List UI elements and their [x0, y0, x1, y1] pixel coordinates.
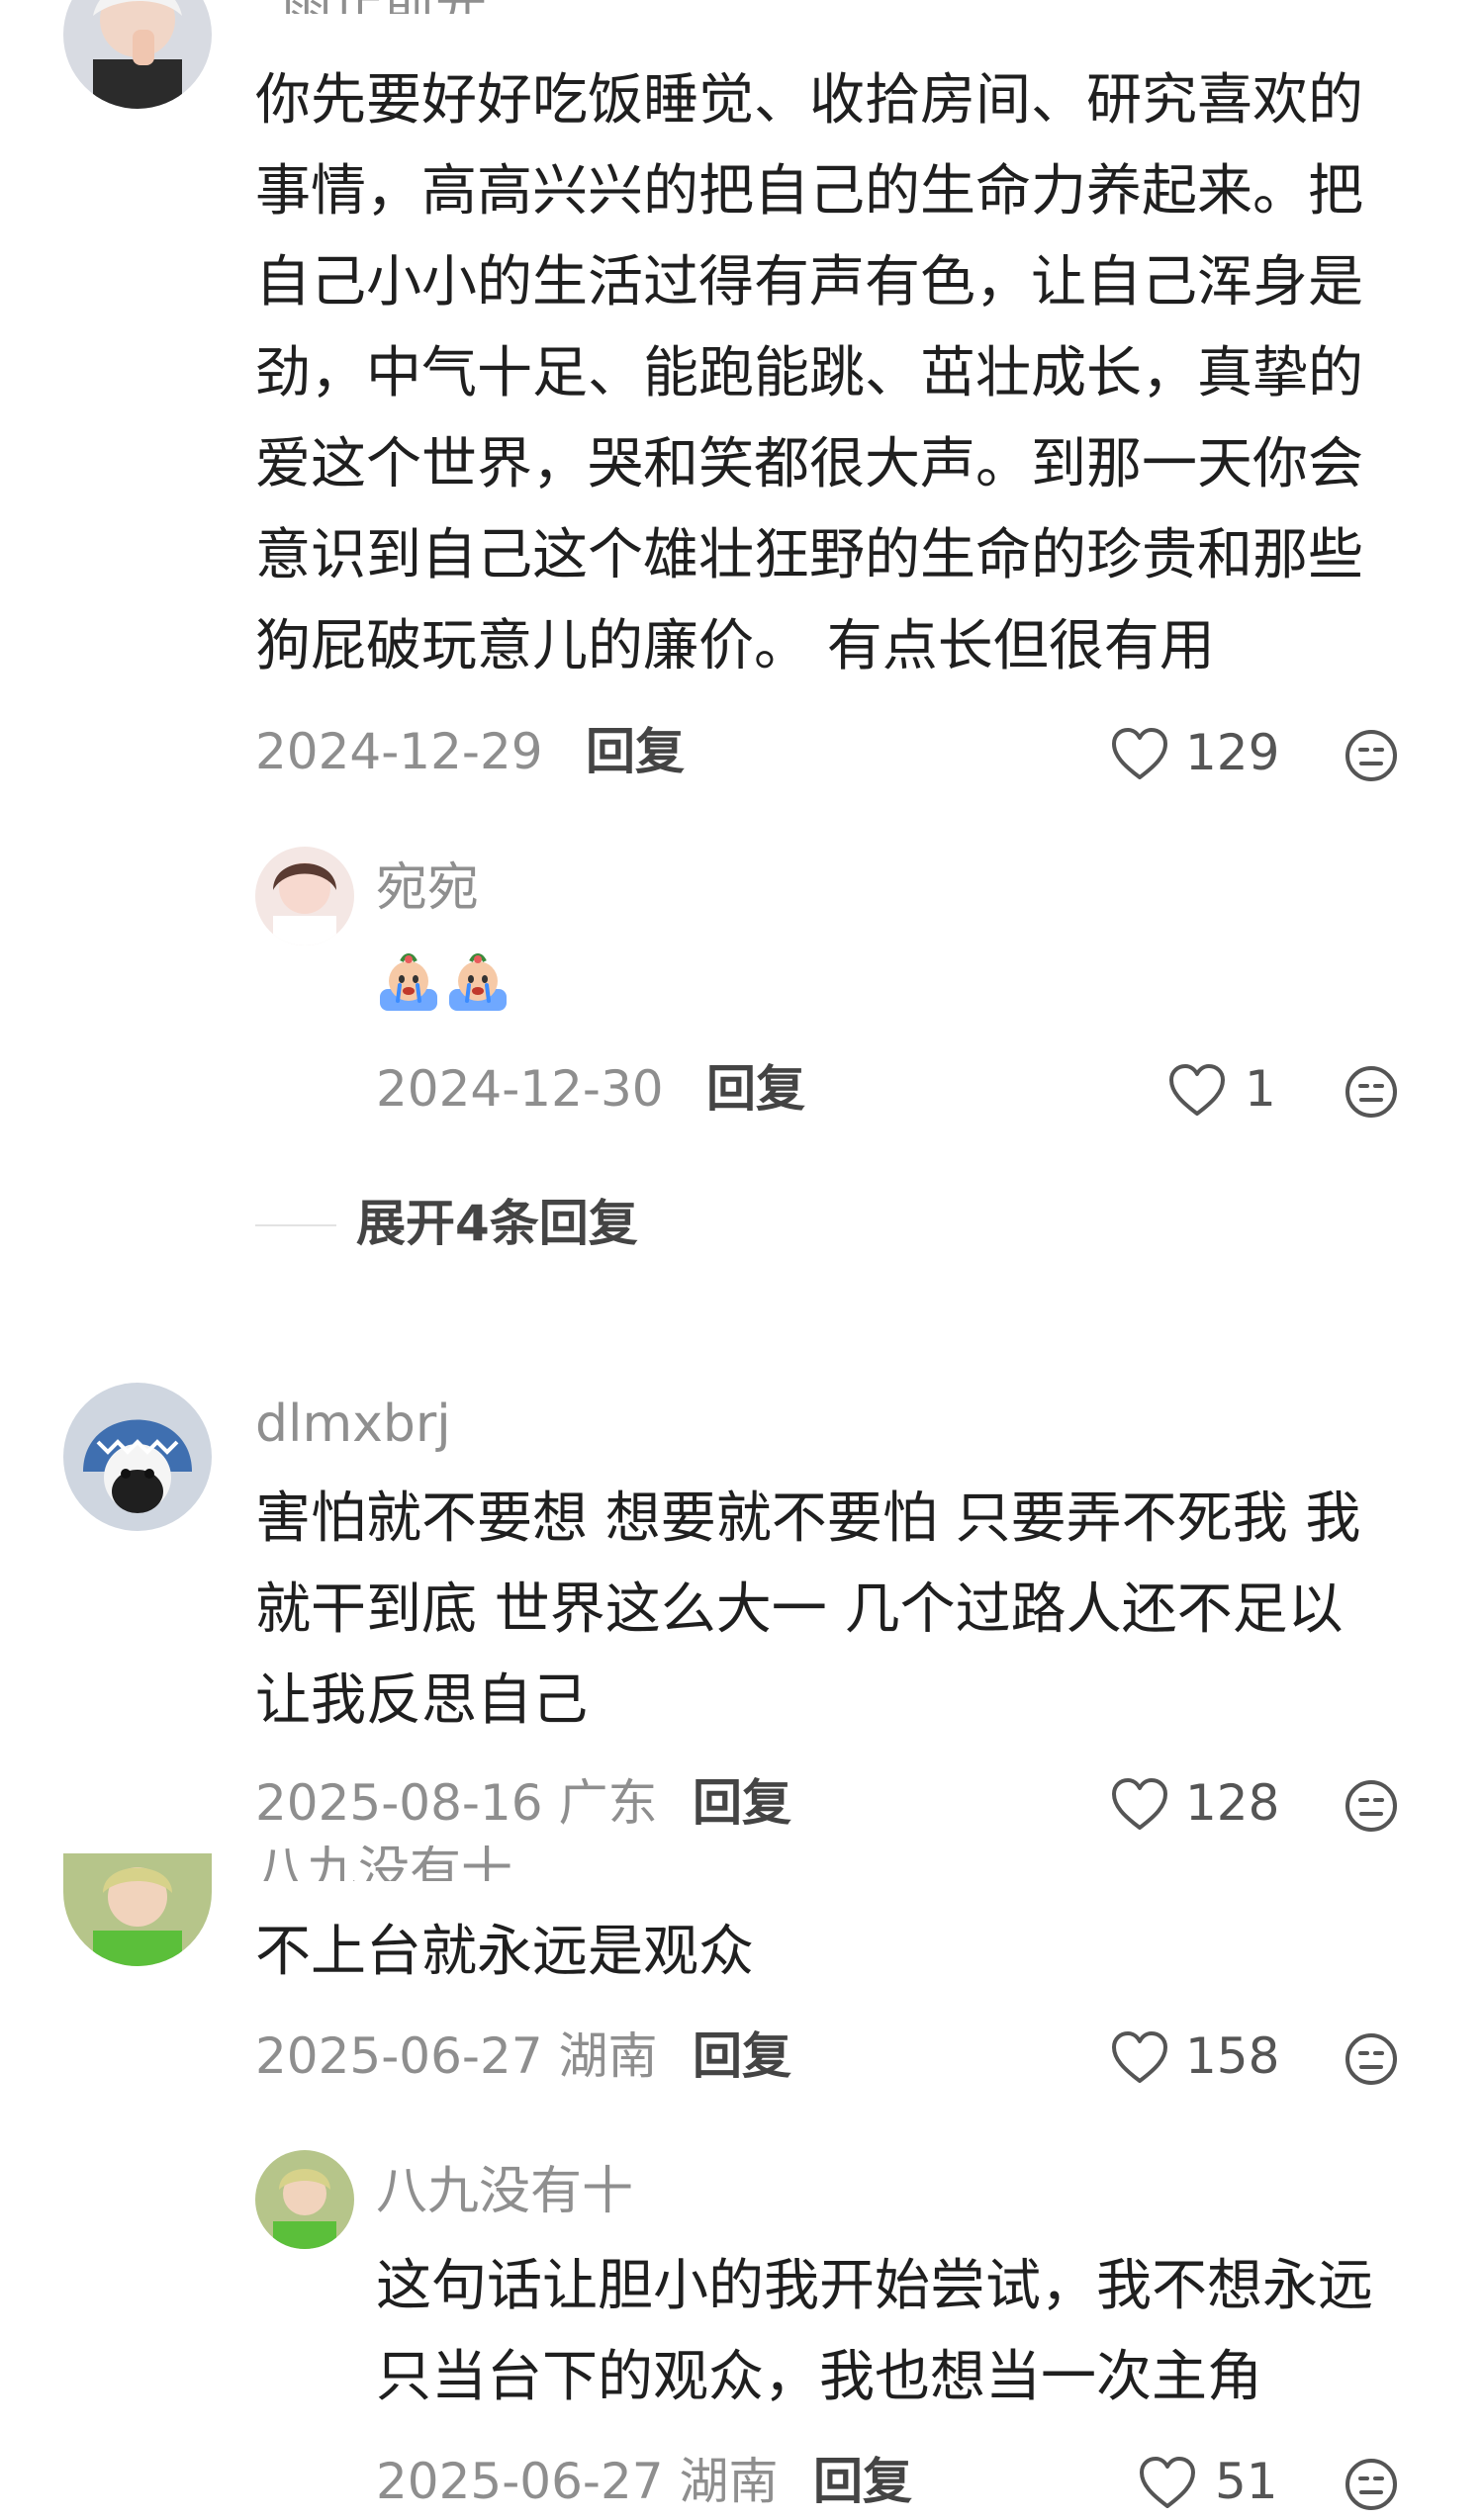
comment-text: 不上台就永远是观众 [255, 1907, 754, 1998]
expand-replies-button[interactable]: 展开4条回复 [356, 1199, 638, 1248]
like-count: 128 [1185, 1774, 1280, 1832]
comment-line: 让我反思自己 [255, 1668, 588, 1733]
avatar[interactable] [255, 847, 354, 945]
comment-date: 2024-12-29 [255, 723, 543, 780]
comment-line: 不上台就永远是观众 [255, 1920, 754, 1984]
reply-button[interactable]: 回复 [693, 2031, 791, 2081]
reply-button[interactable]: 回复 [706, 1064, 805, 1114]
heart-outline-icon[interactable] [1167, 1062, 1227, 1118]
heart-outline-icon[interactable] [1110, 2029, 1169, 2085]
emoji-reaction-icon[interactable] [1344, 728, 1399, 783]
reply-username[interactable]: 宛宛 [376, 862, 479, 914]
comment-line: 意识到自己这个雄壮狂野的生命的珍贵和那些 [255, 523, 1363, 587]
avatar[interactable] [63, 0, 212, 109]
reply-line: 这句话让胆小的我开始尝试，我不想永远 [376, 2254, 1373, 2318]
like-count: 129 [1185, 724, 1280, 781]
comment-line: 爱这个世界，哭和笑都很大声。到那一天你会 [255, 432, 1363, 496]
heart-outline-icon[interactable] [1110, 726, 1169, 781]
emoji-reaction-icon[interactable] [1344, 2031, 1399, 2087]
reply-button[interactable]: 回复 [813, 2457, 912, 2506]
avatar[interactable] [63, 1383, 212, 1531]
emoji-reaction-icon[interactable] [1344, 2457, 1399, 2512]
reply-username[interactable]: 八九没有十 [376, 2166, 633, 2217]
comment-line: 害怕就不要想 想要就不要怕 只要弄不死我 我 [255, 1486, 1361, 1551]
reply-line: 只当台下的观众，我也想当一次主角 [376, 2345, 1262, 2409]
reply-button[interactable]: 回复 [693, 1778, 791, 1828]
comment-line: 事情，高高兴兴的把自己的生命力养起来。把 [255, 159, 1363, 224]
like-count: 1 [1245, 1060, 1276, 1118]
comment-username[interactable]: 八九没有十 [255, 1845, 512, 1881]
reply-date: 2024-12-30 [376, 1060, 664, 1118]
emoji-reaction-icon[interactable] [1344, 1064, 1399, 1120]
crying-emoji [445, 949, 510, 1015]
comment-date: 2025-08-16 广东 [255, 1774, 658, 1832]
crying-emoji [376, 949, 441, 1015]
reply-date: 2025-06-27 湖南 [376, 2453, 779, 2510]
heart-outline-icon[interactable] [1138, 2455, 1197, 2510]
avatar[interactable] [63, 1853, 212, 1966]
like-count: 51 [1215, 2453, 1278, 2510]
comment-text: 你先要好好吃饭睡觉、收拾房间、研究喜欢的 事情，高高兴兴的把自己的生命力养起来。… [255, 55, 1363, 692]
comment-line: 你先要好好吃饭睡觉、收拾房间、研究喜欢的 [255, 68, 1363, 133]
emoji-reaction-icon[interactable] [1344, 1778, 1399, 1834]
comment-line: 自己小小的生活过得有声有色，让自己浑身是 [255, 250, 1363, 315]
avatar[interactable] [255, 2150, 354, 2249]
comment-line: 劲，中气十足、能跑能跳、茁壮成长，真挚的 [255, 341, 1363, 405]
expand-divider [255, 1224, 336, 1226]
reply-text: 这句话让胆小的我开始尝试，我不想永远 只当台下的观众，我也想当一次主角 [376, 2241, 1373, 2423]
comment-line: 就干到底 世界这么大一 几个过路人还不足以 [255, 1577, 1344, 1642]
comment-username[interactable]: _雨止前光 [255, 0, 487, 14]
comment-date: 2025-06-27 湖南 [255, 2027, 658, 2085]
comment-line: 狗屁破玩意儿的廉价。 有点长但很有用 [255, 614, 1215, 678]
like-count: 158 [1185, 2027, 1280, 2085]
heart-outline-icon[interactable] [1110, 1776, 1169, 1832]
reply-button[interactable]: 回复 [586, 727, 685, 776]
comment-username[interactable]: dlmxbrj [255, 1398, 451, 1450]
comment-text: 害怕就不要想 想要就不要怕 只要弄不死我 我 就干到底 世界这么大一 几个过路人… [255, 1474, 1360, 1747]
